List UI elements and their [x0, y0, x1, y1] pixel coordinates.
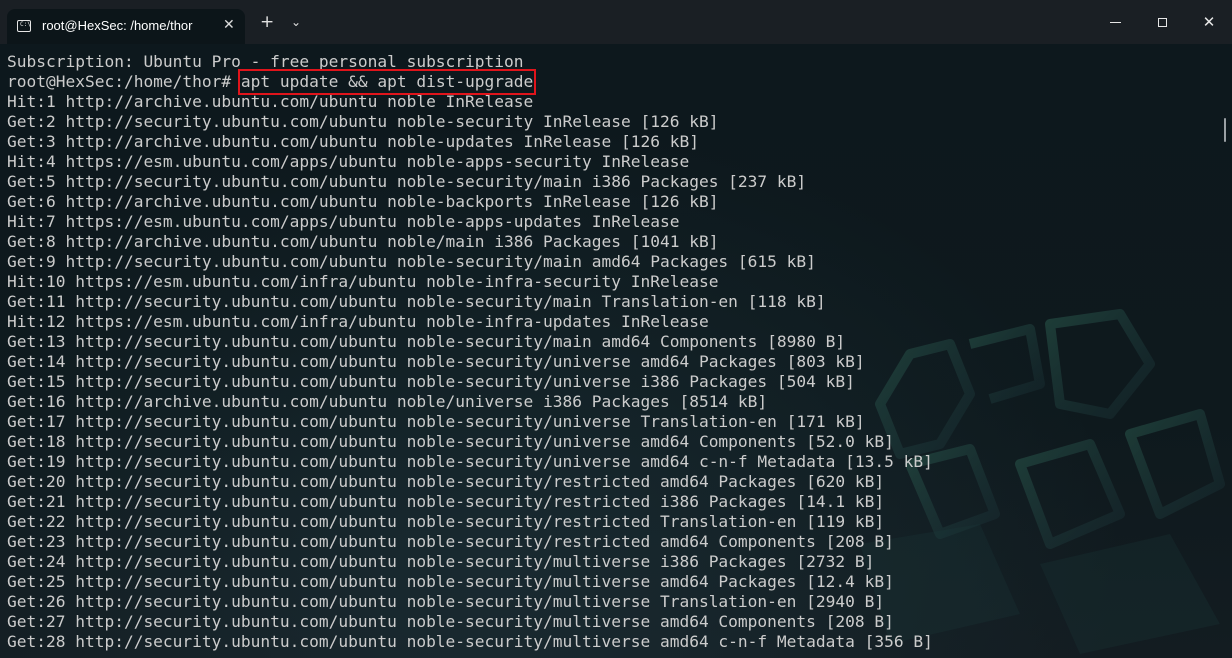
terminal-line: Subscription: Ubuntu Pro - free personal…: [7, 52, 524, 71]
terminal-line: Get:22 http://security.ubuntu.com/ubuntu…: [7, 512, 885, 531]
terminal-area[interactable]: Subscription: Ubuntu Pro - free personal…: [0, 44, 1232, 658]
title-bar: C:\ root@HexSec: /home/thor ✕ + ⌄ ✕: [0, 0, 1232, 44]
terminal-line: Get:8 http://archive.ubuntu.com/ubuntu n…: [7, 232, 719, 251]
terminal-line: Get:16 http://archive.ubuntu.com/ubuntu …: [7, 392, 768, 411]
terminal-line: Get:24 http://security.ubuntu.com/ubuntu…: [7, 552, 875, 571]
close-tab-icon[interactable]: ✕: [223, 17, 235, 33]
maximize-button[interactable]: [1150, 10, 1174, 34]
terminal-line: Get:25 http://security.ubuntu.com/ubuntu…: [7, 572, 894, 591]
new-tab-button[interactable]: +: [260, 14, 274, 31]
terminal-output: Subscription: Ubuntu Pro - free personal…: [7, 52, 933, 652]
terminal-line: Get:6 http://archive.ubuntu.com/ubuntu n…: [7, 192, 719, 211]
terminal-line: Get:23 http://security.ubuntu.com/ubuntu…: [7, 532, 894, 551]
terminal-window: C:\ root@HexSec: /home/thor ✕ + ⌄ ✕ Subs…: [0, 0, 1232, 658]
scrollbar-thumb[interactable]: [1224, 118, 1226, 142]
terminal-line: Get:2 http://security.ubuntu.com/ubuntu …: [7, 112, 719, 131]
minimize-button[interactable]: [1104, 10, 1128, 34]
terminal-line: Get:19 http://security.ubuntu.com/ubuntu…: [7, 452, 933, 471]
close-window-button[interactable]: ✕: [1197, 10, 1221, 34]
highlighted-command: apt update && apt dist-upgrade: [237, 69, 537, 95]
terminal-line: Hit:7 https://esm.ubuntu.com/apps/ubuntu…: [7, 212, 680, 231]
terminal-line: Get:14 http://security.ubuntu.com/ubuntu…: [7, 352, 865, 371]
chevron-down-icon[interactable]: ⌄: [291, 15, 301, 29]
terminal-line: Get:18 http://security.ubuntu.com/ubuntu…: [7, 432, 894, 451]
terminal-line: Hit:4 https://esm.ubuntu.com/apps/ubuntu…: [7, 152, 690, 171]
tab-title: root@HexSec: /home/thor: [42, 18, 193, 33]
terminal-line: Get:20 http://security.ubuntu.com/ubuntu…: [7, 472, 885, 491]
terminal-line: Hit:12 https://esm.ubuntu.com/infra/ubun…: [7, 312, 709, 331]
terminal-line: Get:27 http://security.ubuntu.com/ubuntu…: [7, 612, 894, 631]
terminal-line: Get:17 http://security.ubuntu.com/ubuntu…: [7, 412, 865, 431]
terminal-icon: C:\: [17, 20, 31, 32]
terminal-line: Get:5 http://security.ubuntu.com/ubuntu …: [7, 172, 807, 191]
terminal-line: Get:15 http://security.ubuntu.com/ubuntu…: [7, 372, 855, 391]
terminal-line: Get:26 http://security.ubuntu.com/ubuntu…: [7, 592, 885, 611]
tab-terminal[interactable]: C:\ root@HexSec: /home/thor ✕: [7, 9, 245, 44]
terminal-line: Get:13 http://security.ubuntu.com/ubuntu…: [7, 332, 846, 351]
terminal-line: Get:28 http://security.ubuntu.com/ubuntu…: [7, 632, 933, 651]
terminal-line: Get:21 http://security.ubuntu.com/ubuntu…: [7, 492, 885, 511]
terminal-line: Get:11 http://security.ubuntu.com/ubuntu…: [7, 292, 826, 311]
terminal-line: Get:9 http://security.ubuntu.com/ubuntu …: [7, 252, 816, 271]
terminal-line: Hit:1 http://archive.ubuntu.com/ubuntu n…: [7, 92, 534, 111]
shell-prompt: root@HexSec:/home/thor#: [7, 72, 241, 91]
terminal-line: Hit:10 https://esm.ubuntu.com/infra/ubun…: [7, 272, 719, 291]
prompt-line: root@HexSec:/home/thor# apt update && ap…: [7, 69, 933, 95]
terminal-line: Get:3 http://archive.ubuntu.com/ubuntu n…: [7, 132, 699, 151]
